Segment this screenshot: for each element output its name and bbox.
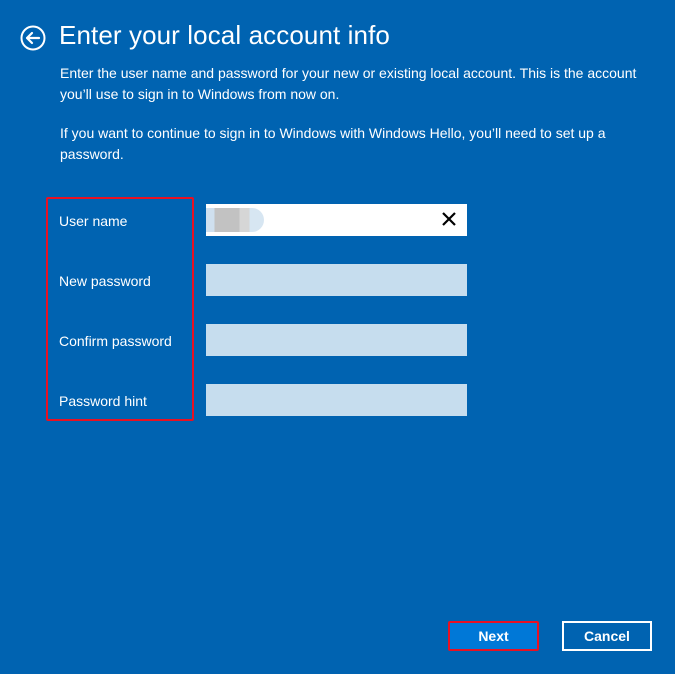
description-paragraph-1: Enter the user name and password for you…: [60, 65, 637, 102]
clear-x-icon[interactable]: [439, 209, 459, 229]
username-label: User name: [59, 213, 128, 229]
new-password-label: New password: [59, 273, 151, 289]
redacted-username-value: [206, 208, 264, 232]
new-password-input[interactable]: [206, 264, 467, 296]
description-paragraph-2: If you want to continue to sign in to Wi…: [60, 125, 606, 162]
confirm-password-input[interactable]: [206, 324, 467, 356]
password-hint-input[interactable]: [206, 384, 467, 416]
page-title: Enter your local account info: [59, 20, 390, 50]
back-arrow-icon[interactable]: [20, 25, 46, 51]
password-hint-label: Password hint: [59, 393, 147, 409]
next-button[interactable]: Next: [448, 621, 539, 651]
labels-highlight-box: [46, 197, 194, 421]
cancel-button[interactable]: Cancel: [562, 621, 652, 651]
confirm-password-label: Confirm password: [59, 333, 172, 349]
username-input[interactable]: [206, 204, 467, 236]
